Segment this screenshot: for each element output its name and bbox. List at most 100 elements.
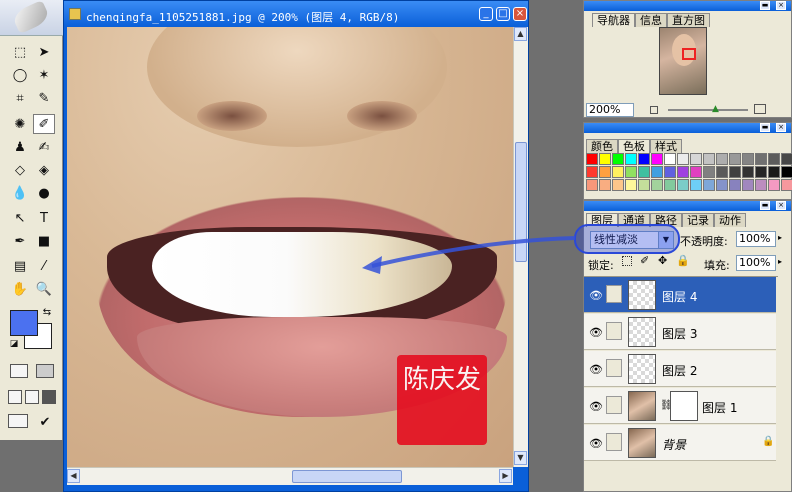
color-swatch[interactable] bbox=[781, 166, 792, 178]
link-slot[interactable] bbox=[606, 433, 622, 451]
rectangle-tool-icon[interactable]: ■ bbox=[33, 231, 55, 251]
color-swatch[interactable] bbox=[690, 179, 702, 191]
swatches-panel-header[interactable]: ▬ × bbox=[584, 123, 791, 133]
zoom-slider-handle[interactable]: ▲ bbox=[712, 104, 719, 114]
color-swatch[interactable] bbox=[781, 153, 792, 165]
opacity-arrow-icon[interactable]: ▸ bbox=[778, 233, 782, 242]
color-swatch[interactable] bbox=[768, 179, 780, 191]
panel-minimize-icon[interactable]: ▬ bbox=[760, 123, 770, 132]
layer-row[interactable]: 👁 图层 2 bbox=[584, 351, 776, 387]
panel-minimize-icon[interactable]: ▬ bbox=[760, 1, 770, 10]
link-slot[interactable] bbox=[606, 322, 622, 340]
horizontal-scroll-thumb[interactable] bbox=[292, 470, 402, 483]
type-tool-icon[interactable]: T bbox=[33, 208, 55, 228]
swap-colors-icon[interactable]: ⇆ bbox=[40, 306, 54, 318]
tab-actions[interactable]: 动作 bbox=[714, 213, 746, 227]
color-swatch[interactable] bbox=[651, 166, 663, 178]
color-swatch[interactable] bbox=[586, 166, 598, 178]
checkmark-icon[interactable]: ✔ bbox=[34, 412, 56, 432]
lasso-tool-icon[interactable]: ◯ bbox=[9, 65, 31, 85]
color-swatch[interactable] bbox=[677, 179, 689, 191]
layer-row[interactable]: 👁 图层 3 bbox=[584, 314, 776, 350]
navigator-thumbnail[interactable] bbox=[659, 27, 707, 95]
layer-row[interactable]: 👁 图层 4 bbox=[584, 277, 776, 313]
tab-history[interactable]: 记录 bbox=[682, 213, 714, 227]
crop-tool-icon[interactable]: ⌗ bbox=[9, 88, 31, 108]
tab-styles[interactable]: 样式 bbox=[650, 139, 682, 153]
color-swatch[interactable] bbox=[768, 153, 780, 165]
opacity-field[interactable]: 100% bbox=[736, 231, 776, 247]
color-swatch[interactable] bbox=[716, 179, 728, 191]
maximize-button[interactable]: □ bbox=[496, 7, 510, 21]
zoom-out-icon[interactable] bbox=[650, 106, 658, 114]
color-swatch[interactable] bbox=[664, 166, 676, 178]
hand-tool-icon[interactable]: ✋ bbox=[9, 279, 31, 299]
tab-info[interactable]: 信息 bbox=[635, 13, 667, 27]
zoom-in-icon[interactable] bbox=[754, 104, 766, 114]
standard-mode-button[interactable] bbox=[10, 364, 28, 378]
color-swatch[interactable] bbox=[651, 153, 663, 165]
color-swatch[interactable] bbox=[625, 153, 637, 165]
color-swatch[interactable] bbox=[677, 166, 689, 178]
navigator-zoom-field[interactable]: 200% bbox=[586, 103, 634, 117]
path-selection-tool-icon[interactable]: ↖ bbox=[9, 208, 31, 228]
layer-row[interactable]: 👁 背景 🔒 bbox=[584, 425, 776, 461]
quick-mask-mode-button[interactable] bbox=[36, 364, 54, 378]
layer-mask-thumbnail[interactable] bbox=[670, 391, 698, 421]
lock-all-icon[interactable]: 🔒 bbox=[676, 254, 690, 267]
color-swatch[interactable] bbox=[703, 179, 715, 191]
screen-mode-full-button[interactable] bbox=[42, 390, 56, 404]
blur-tool-icon[interactable]: 💧 bbox=[9, 183, 31, 203]
color-swatch[interactable] bbox=[625, 166, 637, 178]
tab-swatches[interactable]: 色板 bbox=[618, 139, 650, 153]
color-swatch[interactable] bbox=[690, 153, 702, 165]
color-swatch[interactable] bbox=[638, 166, 650, 178]
link-slot[interactable] bbox=[606, 359, 622, 377]
color-swatch[interactable] bbox=[729, 166, 741, 178]
eye-icon[interactable]: 👁 bbox=[589, 437, 603, 450]
default-colors-icon[interactable]: ◪ bbox=[8, 338, 20, 350]
color-swatch[interactable] bbox=[664, 153, 676, 165]
eye-icon[interactable]: 👁 bbox=[589, 326, 603, 339]
color-swatch[interactable] bbox=[781, 179, 792, 191]
link-slot[interactable] bbox=[606, 396, 622, 414]
color-swatch[interactable] bbox=[612, 166, 624, 178]
marquee-tool-icon[interactable]: ⬚ bbox=[9, 42, 31, 62]
color-swatch[interactable] bbox=[625, 179, 637, 191]
scroll-right-icon[interactable]: ▶ bbox=[499, 469, 512, 483]
color-swatch[interactable] bbox=[599, 179, 611, 191]
color-swatch[interactable] bbox=[768, 166, 780, 178]
minimize-button[interactable]: _ bbox=[479, 7, 493, 21]
eye-icon[interactable]: 👁 bbox=[589, 289, 603, 302]
color-swatch[interactable] bbox=[755, 166, 767, 178]
layers-panel-header[interactable]: ▬ × bbox=[584, 201, 791, 211]
color-swatch[interactable] bbox=[586, 179, 598, 191]
tab-color[interactable]: 颜色 bbox=[586, 139, 618, 153]
lock-paint-icon[interactable]: ✐ bbox=[640, 254, 649, 267]
document-title-bar[interactable]: chenqingfa_1105251881.jpg @ 200% (图层 4, … bbox=[64, 1, 528, 27]
foreground-color-swatch[interactable] bbox=[10, 310, 38, 336]
brush-link-icon[interactable] bbox=[606, 285, 622, 303]
screen-mode-full-menu-button[interactable] bbox=[25, 390, 39, 404]
jump-to-imageready-button[interactable] bbox=[8, 414, 28, 428]
slice-tool-icon[interactable]: ✎ bbox=[33, 88, 55, 108]
lock-transparency-icon[interactable] bbox=[622, 256, 632, 266]
close-button[interactable]: × bbox=[513, 7, 527, 21]
navigator-panel-header[interactable]: ▬ × bbox=[584, 1, 791, 11]
lock-move-icon[interactable]: ✥ bbox=[658, 254, 667, 267]
color-swatch[interactable] bbox=[599, 166, 611, 178]
color-swatch[interactable] bbox=[742, 166, 754, 178]
color-swatch[interactable] bbox=[716, 153, 728, 165]
magic-wand-tool-icon[interactable]: ✶ bbox=[33, 65, 55, 85]
tab-navigator[interactable]: 导航器 bbox=[592, 13, 635, 27]
color-swatch[interactable] bbox=[612, 153, 624, 165]
panel-close-icon[interactable]: × bbox=[776, 201, 786, 210]
color-swatch[interactable] bbox=[755, 179, 767, 191]
eyedropper-tool-icon[interactable]: ⁄ bbox=[33, 256, 55, 276]
zoom-tool-icon[interactable]: 🔍 bbox=[33, 279, 55, 299]
color-swatch[interactable] bbox=[677, 153, 689, 165]
dodge-tool-icon[interactable]: ● bbox=[33, 183, 55, 203]
tab-histogram[interactable]: 直方图 bbox=[667, 13, 710, 27]
fill-field[interactable]: 100% bbox=[736, 255, 776, 271]
scroll-down-icon[interactable]: ▼ bbox=[514, 451, 527, 465]
